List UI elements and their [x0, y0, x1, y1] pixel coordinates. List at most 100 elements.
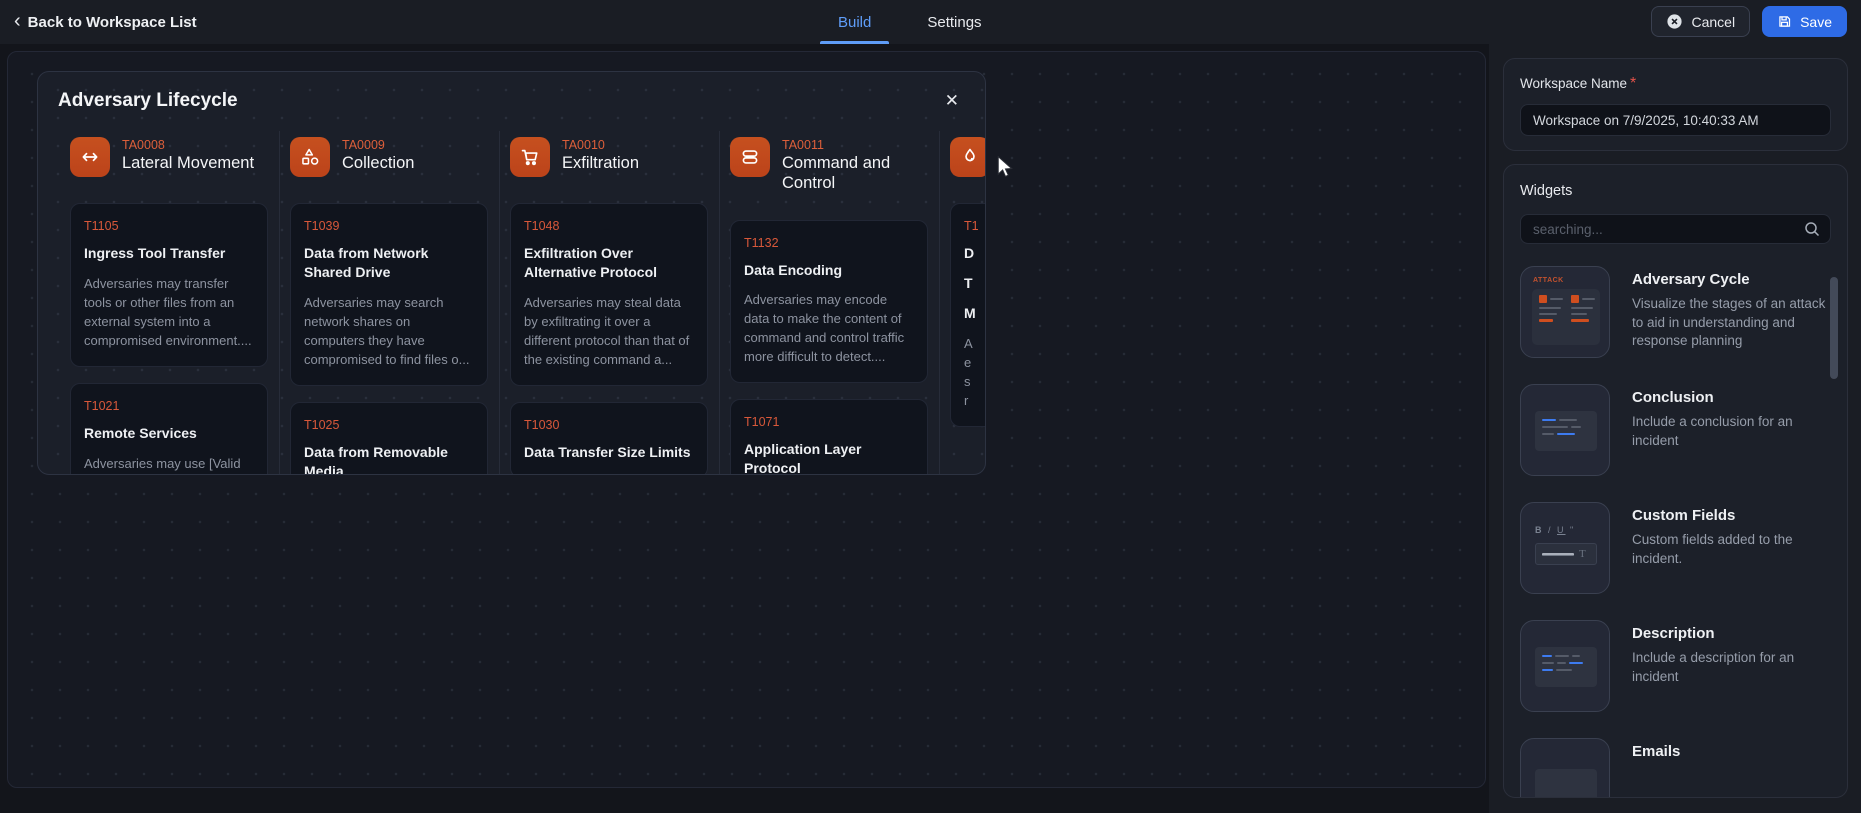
close-circle-icon	[1666, 13, 1683, 30]
technique-card[interactable]: T1071 Application Layer Protocol	[730, 399, 928, 475]
tactic-header: TA0009 Collection	[290, 137, 488, 177]
widget-search-input[interactable]	[1520, 214, 1831, 244]
workspace-name-card: Workspace Name *	[1503, 58, 1848, 151]
technique-description: Adversaries may transfer tools or other …	[84, 275, 252, 348]
server-stack-icon	[730, 137, 770, 177]
technique-name-fragment: D	[964, 245, 975, 261]
widget-list-item[interactable]: ATTACK Adversary Cycle Visualize the stage…	[1520, 266, 1831, 358]
builder-canvas[interactable]: Adversary Lifecycle ✕ TA0008 Lateral Move…	[7, 51, 1486, 788]
widget-thumbnail: B / U " T	[1520, 502, 1610, 594]
widget-description: Include a description for an incident	[1632, 650, 1795, 684]
tactic-name: Exfiltration	[562, 154, 640, 172]
widget-list-item[interactable]: Conclusion Include a conclusion for an in…	[1520, 384, 1831, 476]
widgets-card: Widgets ATTACK Adversary Cycle Visualize t…	[1503, 164, 1848, 798]
technique-card[interactable]: T1105 Ingress Tool Transfer Adversaries ma…	[70, 203, 268, 367]
technique-description: Adversaries may steal data by exfiltrati…	[524, 294, 690, 367]
technique-id: T1030	[524, 417, 560, 432]
technique-name: Data from Network Shared Drive	[304, 245, 429, 280]
save-icon	[1777, 14, 1792, 29]
technique-id: T1132	[744, 235, 779, 250]
widget-thumbnail: ATTACK	[1520, 266, 1610, 358]
technique-card[interactable]: T1021 Remote Services Adversaries may use …	[70, 382, 268, 474]
close-icon[interactable]: ✕	[941, 88, 963, 113]
chevron-left-icon: ‹	[14, 10, 21, 32]
tactic-header	[950, 137, 985, 177]
technique-description: Adversaries may use [Valid	[84, 455, 241, 471]
widget-title: Adversary Cycle	[1632, 271, 1750, 288]
technique-name-fragment: T	[964, 274, 973, 291]
tactic-header: TA0011 Command and Control	[730, 137, 928, 194]
technique-name: Ingress Tool Transfer	[84, 245, 226, 261]
technique-name: Data Encoding	[744, 261, 843, 278]
tactic-id: TA0009	[342, 138, 385, 152]
tactic-column-ta0009: TA0009 Collection T1039 Data from Network S…	[279, 131, 488, 474]
tab-build[interactable]: Build	[810, 0, 899, 44]
widget-description: Custom fields added to the incident.	[1632, 532, 1793, 566]
search-icon	[1803, 220, 1821, 243]
widget-title: Conclusion	[1632, 389, 1714, 406]
widgets-title: Widgets	[1520, 183, 1573, 199]
technique-card[interactable]: T1 D T M Ae s r	[950, 203, 985, 427]
technique-description-fragment: Aesr	[964, 335, 973, 408]
save-button-label: Save	[1800, 13, 1832, 30]
tactic-name: Command and Control	[782, 154, 891, 192]
back-link-label: Back to Workspace List	[27, 13, 197, 31]
technique-name-fragment: M	[964, 304, 976, 321]
widget-description: Include a conclusion for an incident	[1632, 414, 1793, 448]
widget-thumbnail	[1520, 738, 1610, 797]
save-button[interactable]: Save	[1762, 6, 1847, 37]
technique-id: T1021	[84, 398, 120, 413]
cancel-button-label: Cancel	[1691, 13, 1736, 30]
back-link[interactable]: ‹ Back to Workspace List	[14, 0, 197, 44]
widget-list-item[interactable]: Description Include a description for an …	[1520, 620, 1831, 712]
technique-card[interactable]: T1132 Data Encoding Adversaries may encode…	[730, 219, 928, 384]
tactic-name: Lateral Movement	[122, 154, 255, 172]
settings-sidebar: Workspace Name* Widgets ATTACK Adversary …	[1489, 44, 1861, 813]
widget-title: Custom Fields	[1632, 507, 1736, 524]
topbar: ‹ Back to Workspace List Build Settings …	[0, 0, 1861, 44]
technique-name: Exfiltration Over Alternative Protocol	[524, 245, 658, 280]
widget-thumbnail	[1520, 384, 1610, 476]
technique-id: T1105	[84, 219, 119, 233]
mouse-cursor	[996, 155, 1016, 183]
tactic-column-ta0010: TA0010 Exfiltration T1048 Exfiltration Over…	[499, 131, 708, 474]
tactic-column-clipped: T1 D T M Ae s r	[939, 131, 985, 474]
technique-name: Application Layer Protocol	[744, 441, 862, 475]
technique-description: Adversaries may search network shares on…	[304, 294, 470, 367]
tactic-id: TA0011	[782, 138, 824, 152]
widget-title: Emails	[1632, 743, 1681, 760]
tactic-header: TA0008 Lateral Movement	[70, 137, 268, 177]
widget-description: Visualize the stages of an attack to aid…	[1632, 296, 1826, 349]
technique-id: T1048	[524, 219, 560, 233]
widget-list-item[interactable]: Emails	[1520, 738, 1831, 797]
technique-name: Data from Removable Media	[304, 443, 448, 475]
tab-settings[interactable]: Settings	[899, 0, 1009, 44]
flame-icon	[950, 137, 985, 177]
topbar-actions: Cancel Save	[1651, 6, 1847, 37]
arrows-left-right-icon	[70, 137, 110, 177]
tactic-id: TA0010	[562, 138, 605, 152]
technique-card[interactable]: T1030 Data Transfer Size Limits	[510, 401, 708, 474]
technique-card[interactable]: T1025 Data from Removable Media	[290, 401, 488, 475]
technique-id: T1025	[304, 417, 340, 432]
widget-thumbnail	[1520, 620, 1610, 712]
widget-list-scrollbar[interactable]	[1830, 277, 1838, 379]
technique-id: T1071	[744, 415, 780, 430]
tactic-name: Collection	[342, 154, 415, 172]
adversary-lifecycle-widget[interactable]: Adversary Lifecycle ✕ TA0008 Lateral Move…	[37, 71, 986, 475]
workspace-name-input[interactable]	[1520, 104, 1831, 136]
tactic-columns: TA0008 Lateral Movement T1105 Ingress Tool …	[70, 131, 985, 474]
technique-card[interactable]: T1048 Exfiltration Over Alternative Proto…	[510, 203, 708, 386]
tactic-id: TA0008	[122, 138, 165, 152]
view-tabs: Build Settings	[810, 0, 1010, 44]
cart-icon	[510, 137, 550, 177]
technique-description: Adversaries may encode data to make the …	[744, 292, 905, 365]
widget-list-item[interactable]: B / U " T Custom Fields Custom fields added…	[1520, 502, 1831, 594]
widget-panel-title: Adversary Lifecycle	[58, 89, 238, 111]
technique-id: T1039	[304, 219, 340, 233]
tactic-column-ta0008: TA0008 Lateral Movement T1105 Ingress Tool …	[70, 137, 268, 474]
technique-card[interactable]: T1039 Data from Network Shared Drive Adver…	[290, 203, 488, 386]
cancel-button[interactable]: Cancel	[1651, 6, 1751, 37]
technique-name: Remote Services	[84, 424, 197, 441]
required-asterisk: *	[1630, 75, 1637, 92]
